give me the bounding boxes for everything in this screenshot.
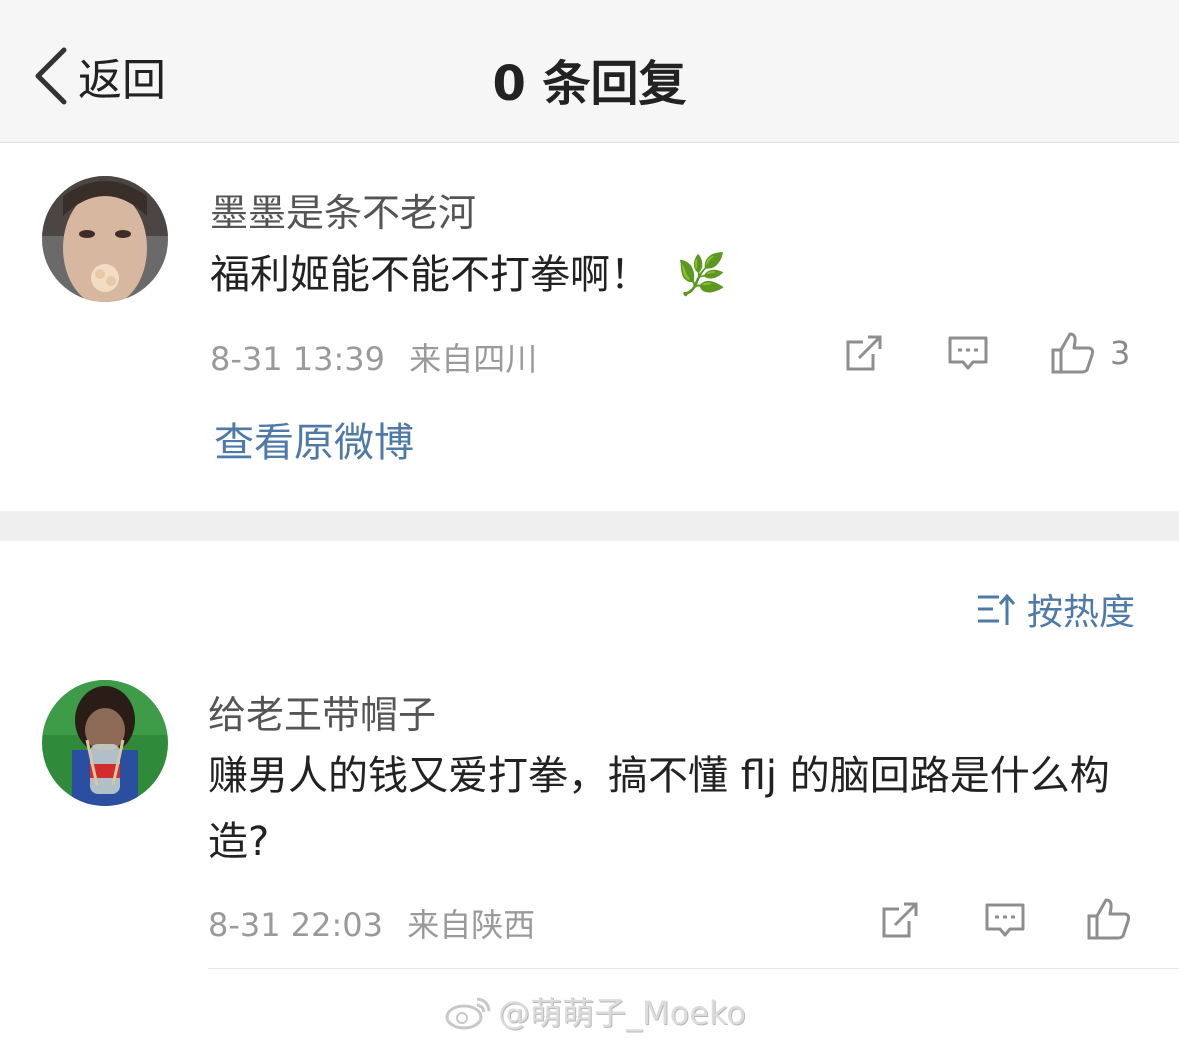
list-divider [208, 968, 1179, 969]
comment-button[interactable] [947, 332, 989, 374]
reply-like-button[interactable] [1086, 896, 1132, 942]
like-button[interactable]: 3 [1050, 330, 1130, 376]
sort-label: 按热度 [1026, 592, 1135, 633]
thumbs-up-icon [1087, 898, 1131, 940]
reply-meta: 8-31 22:03 来自陕西 [208, 900, 535, 946]
comment-location: 来自四川 [409, 340, 538, 378]
watermark-text: @萌萌子_Moeko [498, 994, 746, 1032]
comment-icon [985, 903, 1025, 937]
reply-time: 8-31 22:03 [208, 906, 384, 944]
reply-text: 赚男人的钱又爱打拳，搞不懂 flj 的脑回路是什么构造? [208, 753, 1110, 865]
page-title: 0 条回复 [492, 56, 687, 112]
avatar[interactable] [42, 176, 168, 302]
comment-text-content: 福利姬能不能不打拳啊！ [210, 252, 650, 298]
share-icon [846, 335, 882, 371]
comment-time: 8-31 13:39 [210, 340, 386, 378]
comment-text: 福利姬能不能不打拳啊！ 🌿 [210, 242, 727, 308]
watermark: @萌萌子_Moeko [444, 988, 746, 1034]
reply-share-button[interactable] [879, 899, 921, 941]
weibo-logo-icon [445, 997, 491, 1030]
comment-icon [948, 336, 988, 370]
reply-avatar[interactable] [42, 680, 168, 806]
nav-bar: 返回 0 条回复 [0, 0, 1179, 143]
view-original-link[interactable]: 查看原微博 [214, 410, 414, 468]
section-divider [0, 511, 1179, 541]
comment-username[interactable]: 墨墨是条不老河 [210, 182, 476, 237]
share-icon [882, 902, 918, 938]
comment-meta: 8-31 13:39 来自四川 [210, 334, 537, 380]
reply-username[interactable]: 给老王带帽子 [208, 684, 436, 739]
share-button[interactable] [843, 332, 885, 374]
sort-by-hot-button[interactable]: 按热度 [975, 583, 1135, 635]
thumbs-up-icon [1051, 332, 1095, 374]
sort-icon [977, 593, 1015, 625]
reply-location: 来自陕西 [407, 906, 536, 944]
reply-avatar-image [42, 680, 168, 806]
reply-comment-button[interactable] [984, 899, 1026, 941]
like-count: 3 [1110, 334, 1131, 372]
avatar-image [42, 176, 168, 302]
leaf-emoji: 🌿 [676, 252, 727, 298]
